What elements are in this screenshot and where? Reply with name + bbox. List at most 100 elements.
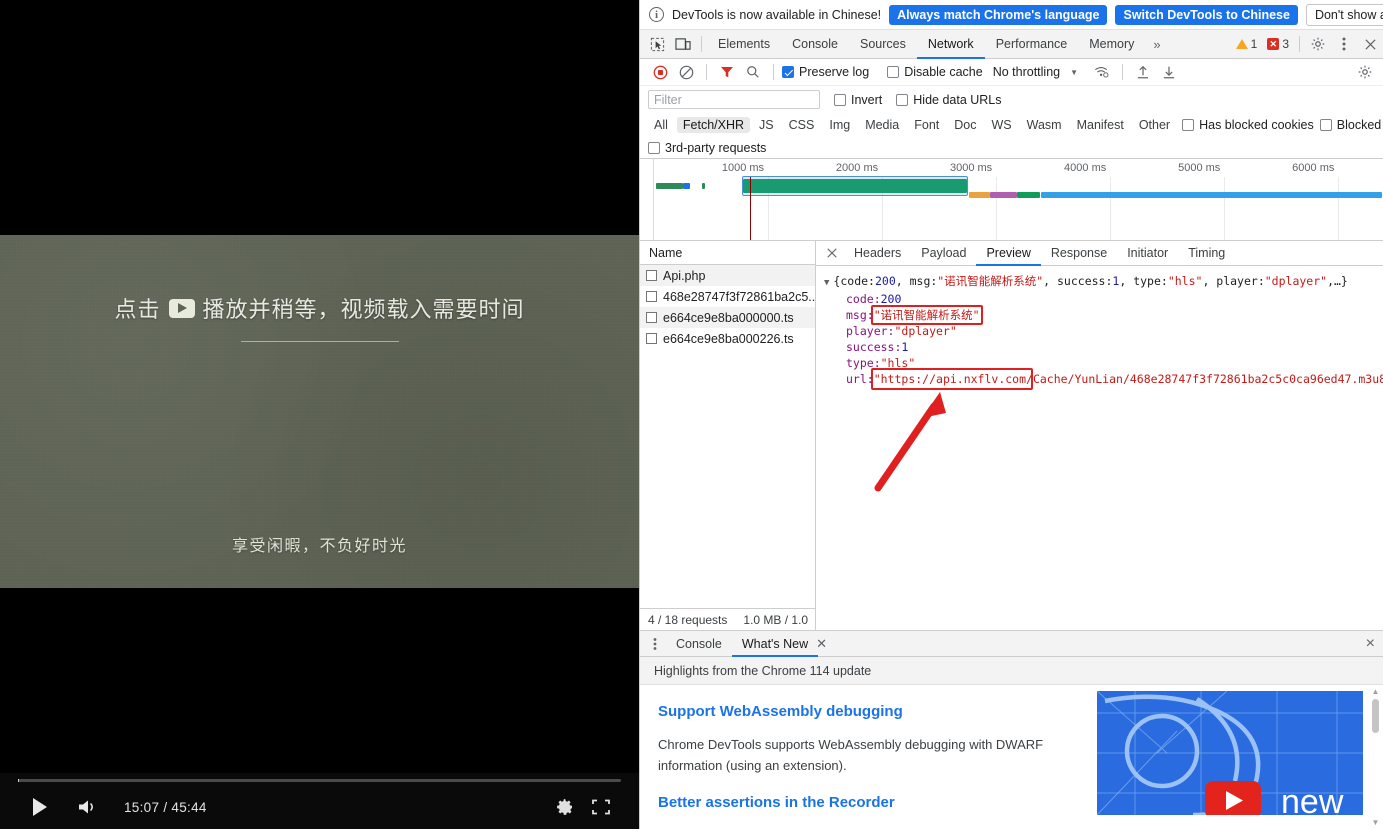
type-filter-fetch-xhr[interactable]: Fetch/XHR — [677, 117, 750, 133]
detail-tabbar: Headers Payload Preview Response Initiat… — [816, 241, 1383, 266]
expand-arrow-icon[interactable]: ▼ — [824, 275, 829, 291]
whats-new-body[interactable]: Support WebAssembly debugging Chrome Dev… — [640, 685, 1383, 829]
video-progress-bar[interactable] — [18, 779, 621, 782]
type-filter-js[interactable]: JS — [753, 117, 780, 133]
request-row[interactable]: 468e28747f3f72861ba2c5... — [640, 286, 815, 307]
devtools-more-options-icon[interactable] — [1331, 31, 1357, 57]
warning-badge[interactable]: 1 — [1231, 36, 1263, 52]
drawer-tab-console[interactable]: Console — [666, 631, 732, 657]
import-har-button[interactable] — [1131, 60, 1155, 84]
devtools-settings-icon[interactable] — [1305, 31, 1331, 57]
network-conditions-button[interactable] — [1090, 60, 1114, 84]
drawer-more-options-icon[interactable] — [644, 637, 666, 651]
always-match-language-button[interactable]: Always match Chrome's language — [889, 5, 1107, 25]
chevron-down-icon[interactable]: ▼ — [1070, 68, 1078, 77]
overview-bar[interactable] — [656, 183, 682, 189]
tab-console[interactable]: Console — [781, 30, 849, 59]
filter-funnel-button[interactable] — [715, 60, 739, 84]
preserve-log-checkbox[interactable]: Preserve log — [782, 65, 869, 79]
play-button[interactable] — [18, 792, 62, 822]
player-controls[interactable]: 15:07 / 45:44 — [0, 773, 639, 829]
video-stage[interactable]: 点击 播放并稍等，视频载入需要时间 享受闲暇，不负好时光 — [0, 235, 639, 588]
inspect-element-icon[interactable] — [644, 31, 670, 57]
type-filter-img[interactable]: Img — [823, 117, 856, 133]
drawer-tab-whats-new[interactable]: What's New — [732, 631, 818, 657]
tab-overflow-icon[interactable]: » — [1145, 37, 1168, 52]
whats-new-thumbnail[interactable]: new — [1097, 691, 1363, 815]
disable-cache-checkbox[interactable]: Disable cache — [887, 65, 983, 79]
type-filter-manifest[interactable]: Manifest — [1071, 117, 1130, 133]
type-filter-all[interactable]: All — [648, 117, 674, 133]
detail-tab-initiator[interactable]: Initiator — [1117, 241, 1178, 266]
drawer-close-icon[interactable]: × — [1358, 636, 1383, 652]
detail-tab-timing[interactable]: Timing — [1178, 241, 1235, 266]
network-settings-icon[interactable] — [1353, 60, 1377, 84]
tab-sources[interactable]: Sources — [849, 30, 917, 59]
type-filter-other[interactable]: Other — [1133, 117, 1176, 133]
dont-show-again-button[interactable]: Don't show again — [1306, 4, 1383, 26]
has-blocked-cookies-checkbox[interactable]: Has blocked cookies — [1182, 118, 1314, 132]
video-player[interactable]: 点击 播放并稍等，视频载入需要时间 享受闲暇，不负好时光 — [0, 0, 639, 829]
type-filter-ws[interactable]: WS — [985, 117, 1017, 133]
error-badge[interactable]: ✕ 3 — [1262, 36, 1294, 52]
export-har-button[interactable] — [1157, 60, 1181, 84]
tab-performance[interactable]: Performance — [985, 30, 1079, 59]
fullscreen-button[interactable] — [583, 792, 619, 822]
type-filter-doc[interactable]: Doc — [948, 117, 982, 133]
request-list-header[interactable]: Name — [640, 241, 815, 265]
request-row[interactable]: Api.php — [640, 265, 815, 286]
network-overview-timeline[interactable]: 1000 ms2000 ms3000 ms4000 ms5000 ms6000 … — [640, 159, 1383, 241]
switch-devtools-chinese-button[interactable]: Switch DevTools to Chinese — [1115, 5, 1297, 25]
video-settings-button[interactable] — [547, 792, 583, 822]
type-filter-wasm[interactable]: Wasm — [1021, 117, 1068, 133]
request-row[interactable]: e664ce9e8ba000000.ts — [640, 307, 815, 328]
drawer-tab-close-icon[interactable]: ✕ — [814, 636, 835, 652]
overview-bar[interactable] — [683, 183, 690, 189]
tab-memory[interactable]: Memory — [1078, 30, 1145, 59]
detail-tab-response[interactable]: Response — [1041, 241, 1117, 266]
whats-new-scrollbar[interactable]: ▲ ▼ — [1370, 685, 1381, 829]
invert-checkbox[interactable]: Invert — [834, 93, 882, 107]
type-filter-font[interactable]: Font — [908, 117, 945, 133]
scrollbar-thumb[interactable] — [1372, 699, 1379, 733]
detail-tab-headers[interactable]: Headers — [844, 241, 911, 266]
throttling-select[interactable]: No throttling — [993, 65, 1060, 79]
json-preview-view[interactable]: ▼ {code: 200 , msg: "诺讯智能解析系统" , success… — [816, 266, 1383, 630]
request-row-checkbox[interactable] — [646, 333, 657, 344]
network-filter-row: Invert Hide data URLs — [640, 86, 1383, 113]
blocked-requests-checkbox[interactable]: Blocked Requests — [1320, 118, 1383, 132]
json-summary-row[interactable]: ▼ {code: 200 , msg: "诺讯智能解析系统" , success… — [824, 273, 1383, 291]
type-filter-css[interactable]: CSS — [783, 117, 821, 133]
detail-tab-payload[interactable]: Payload — [911, 241, 976, 266]
request-row-checkbox[interactable] — [646, 270, 657, 281]
overview-bar[interactable] — [1041, 192, 1382, 198]
hide-data-urls-checkbox[interactable]: Hide data URLs — [896, 93, 1001, 107]
tab-network[interactable]: Network — [917, 30, 985, 59]
request-row-checkbox[interactable] — [646, 312, 657, 323]
search-button[interactable] — [741, 60, 765, 84]
json-field-row: player: "dplayer" — [824, 323, 1383, 339]
toggle-device-toolbar-icon[interactable] — [670, 31, 696, 57]
request-row[interactable]: e664ce9e8ba000226.ts — [640, 328, 815, 349]
request-list[interactable]: Api.php468e28747f3f72861ba2c5...e664ce9e… — [640, 265, 815, 608]
detail-tab-preview[interactable]: Preview — [976, 241, 1040, 266]
json-field-key: code: — [846, 291, 881, 307]
overview-bar[interactable] — [702, 183, 705, 189]
third-party-requests-checkbox[interactable]: 3rd-party requests — [648, 141, 766, 155]
json-field-key: player: — [846, 323, 894, 339]
overview-selection-window[interactable] — [742, 176, 968, 196]
devtools-close-icon[interactable] — [1357, 31, 1383, 57]
clear-button[interactable] — [674, 60, 698, 84]
filter-input[interactable] — [648, 90, 820, 109]
overview-bar[interactable] — [1017, 192, 1040, 198]
request-row-checkbox[interactable] — [646, 291, 657, 302]
scroll-up-arrow-icon[interactable]: ▲ — [1370, 687, 1381, 696]
detail-close-icon[interactable] — [820, 247, 844, 259]
scroll-down-arrow-icon[interactable]: ▼ — [1370, 818, 1381, 827]
record-stop-button[interactable] — [648, 60, 672, 84]
overview-bar[interactable] — [990, 192, 1016, 198]
type-filter-media[interactable]: Media — [859, 117, 905, 133]
overview-bar[interactable] — [969, 192, 991, 198]
volume-button[interactable] — [68, 792, 108, 822]
tab-elements[interactable]: Elements — [707, 30, 781, 59]
